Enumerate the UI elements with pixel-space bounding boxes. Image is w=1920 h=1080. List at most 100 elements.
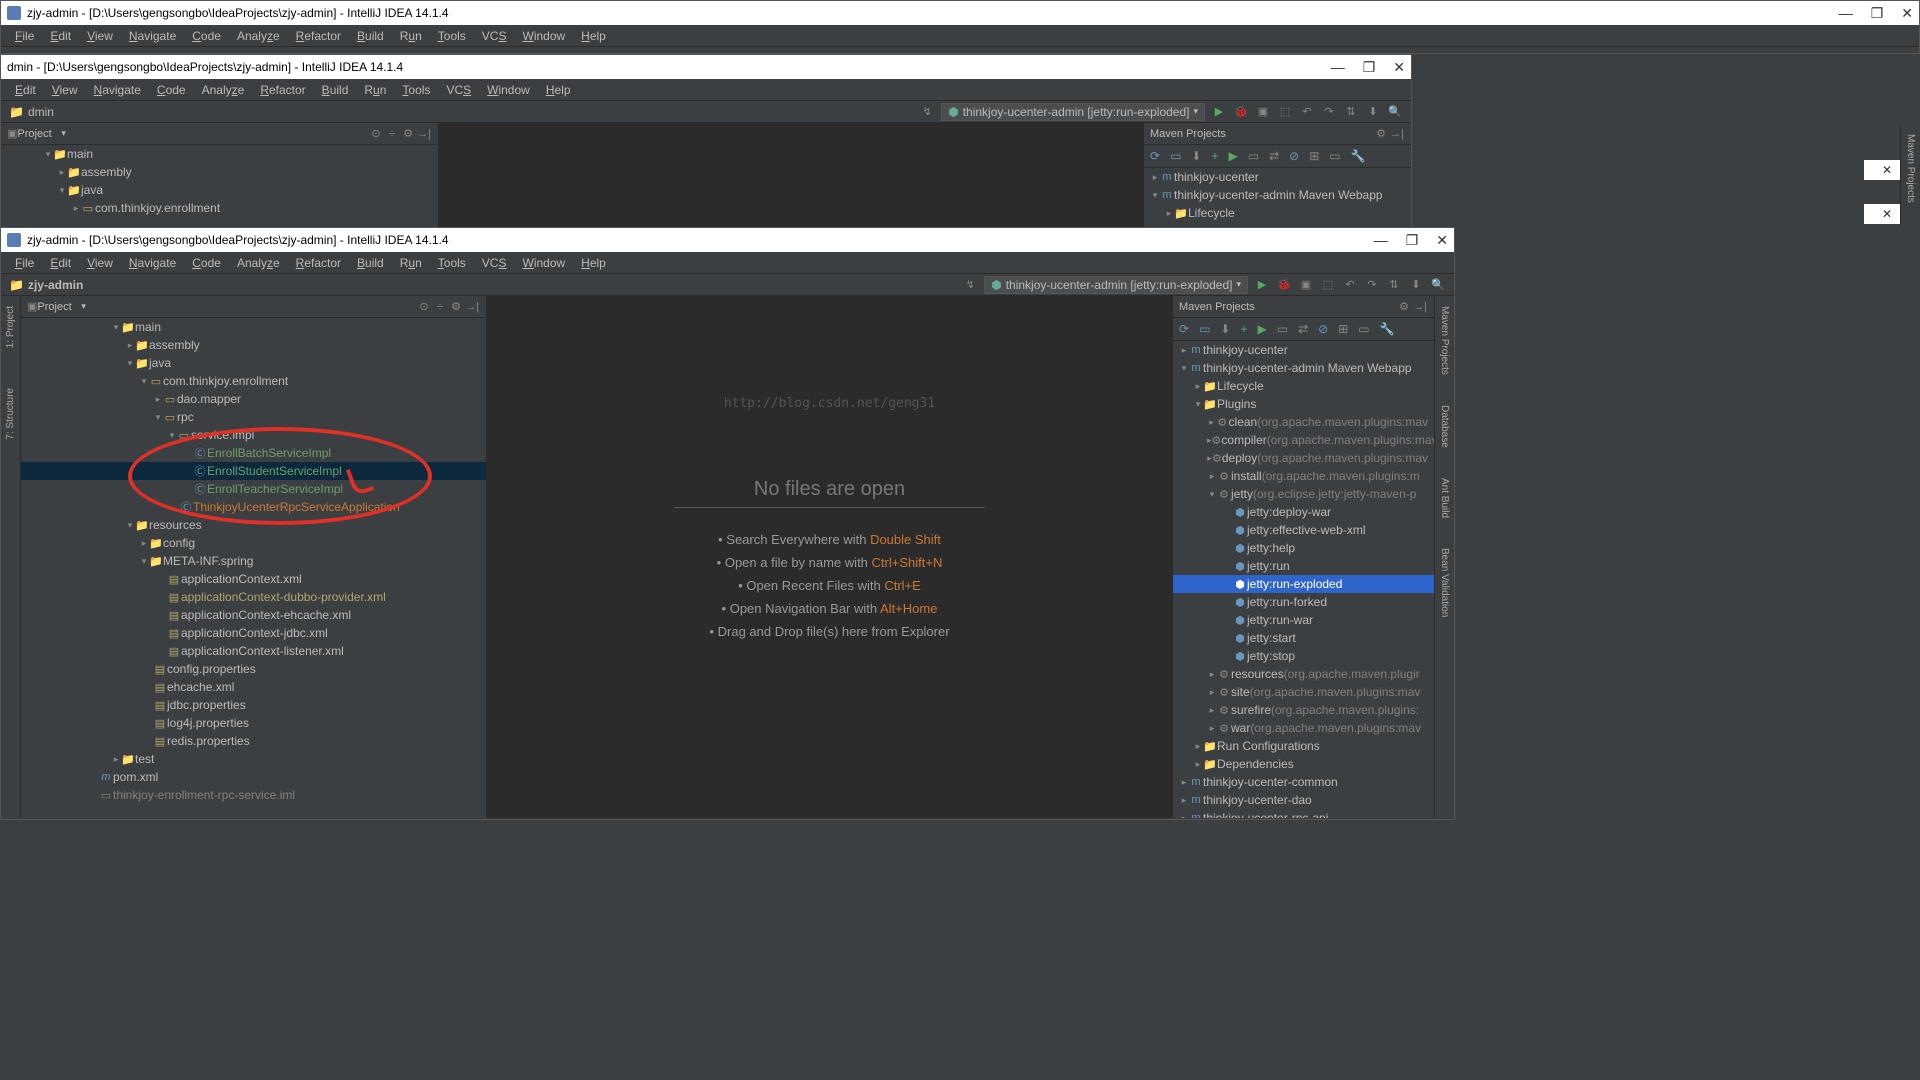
run-maven-icon[interactable]: ▶ [1228,149,1237,163]
collapse-maven-icon-3[interactable]: ▭ [1358,322,1369,336]
menu-refactor-3[interactable]: Refactor [288,254,349,272]
menu-code-3[interactable]: Code [184,254,229,272]
maven-tree-3[interactable]: ▸mthinkjoy-ucenter ▾mthinkjoy-ucenter-ad… [1173,341,1434,818]
mv-jrunwar[interactable]: jetty:run-war [1247,613,1313,627]
gear-icon-3[interactable]: ⚙ [448,300,464,313]
mv-m2[interactable]: thinkjoy-ucenter-admin Maven Webapp [1203,361,1412,375]
menu-build[interactable]: Build [349,27,392,45]
tb3-3[interactable]: ↷ [1364,278,1380,291]
mv-clean[interactable]: clean [1229,415,1258,429]
mv-install[interactable]: install [1231,469,1262,483]
graph-icon[interactable]: ⊞ [1309,149,1319,163]
t3-metainf[interactable]: META-INF.spring [163,554,253,568]
menu-window-3[interactable]: Window [514,254,573,272]
exec-icon[interactable]: ▭ [1248,149,1259,163]
collapse-icon-3[interactable]: ⊙ [416,300,432,313]
menu-analyze-3[interactable]: Analyze [229,254,288,272]
tab-bv-r3[interactable]: Bean Validation [1439,548,1450,617]
maximize-button-2[interactable]: ❐ [1363,59,1376,76]
t3-ac5[interactable]: applicationContext-listener.xml [181,644,344,658]
menu-view-2[interactable]: View [44,81,86,99]
t3-s2[interactable]: EnrollStudentServiceImpl [207,464,342,478]
close-button-3[interactable]: ✕ [1436,232,1448,249]
gear-icon-m3[interactable]: ⚙ [1396,300,1412,313]
mv-jstart[interactable]: jetty:start [1247,631,1296,645]
breadcrumb-2[interactable]: dmin [28,105,54,119]
menu-tools[interactable]: Tools [430,27,474,45]
menu-tools-3[interactable]: Tools [430,254,474,272]
t3-java[interactable]: java [149,356,171,370]
reimport-icon[interactable]: ⟳ [1150,149,1160,163]
tab-structure[interactable]: 7: Structure [5,388,16,440]
hide-icon-m3[interactable]: →| [1412,301,1428,313]
skip-icon-3[interactable]: ⊘ [1318,322,1328,336]
mv-jstop[interactable]: jetty:stop [1247,649,1295,663]
stray-close-2[interactable]: ✕ [1864,204,1900,224]
hide-icon-2[interactable]: →| [1389,128,1405,140]
mv-runcfg[interactable]: Run Configurations [1217,739,1320,753]
minimize-button-3[interactable]: — [1374,232,1388,249]
mv-surefire[interactable]: surefire [1231,703,1271,717]
tree-assembly[interactable]: assembly [81,165,132,179]
t3-resources[interactable]: resources [149,518,202,532]
tree-pkg[interactable]: com.thinkjoy.enrollment [95,201,220,215]
menu-help[interactable]: Help [573,27,614,45]
mv-lifecycle[interactable]: Lifecycle [1217,379,1264,393]
mv-jdeploy[interactable]: jetty:deploy-war [1247,505,1331,519]
run-config-selector-2[interactable]: ⬢thinkjoy-ucenter-admin [jetty:run-explo… [941,103,1205,121]
menu-analyze[interactable]: Analyze [229,27,288,45]
mv-site[interactable]: site [1231,685,1250,699]
menu-window-2[interactable]: Window [479,81,538,99]
tab-maven-r3[interactable]: Maven Projects [1439,306,1450,375]
download-icon-3[interactable]: ⬇ [1220,322,1230,336]
menu-build-3[interactable]: Build [349,254,392,272]
tree-java[interactable]: java [81,183,103,197]
tb2[interactable]: ↶ [1299,105,1315,118]
menu-vcs-3[interactable]: VCS [474,254,515,272]
maximize-button-3[interactable]: ❐ [1406,232,1419,249]
generate-icon-3[interactable]: ▭ [1199,322,1210,336]
mv-jhelp[interactable]: jetty:help [1247,541,1295,555]
generate-icon[interactable]: ▭ [1170,149,1181,163]
menu-window[interactable]: Window [514,27,573,45]
hide-icon-3[interactable]: →| [464,301,480,313]
menu-run-3[interactable]: Run [392,254,430,272]
t3-app[interactable]: ThinkjoyUcenterRpcServiceApplication [193,500,400,514]
menu-run[interactable]: Run [392,27,430,45]
toggle-icon-3[interactable]: ⇄ [1298,322,1308,336]
add-icon-3[interactable]: + [1240,322,1247,336]
mv-jrun[interactable]: jetty:run [1247,559,1290,573]
menu-edit-3[interactable]: Edit [42,254,79,272]
tb5[interactable]: ⬇ [1365,105,1381,118]
mv-compiler[interactable]: compiler [1221,433,1266,447]
t3-p4[interactable]: log4j.properties [167,716,249,730]
t3-p1[interactable]: config.properties [167,662,256,676]
tb4[interactable]: ⇅ [1343,105,1359,118]
mv-war[interactable]: war [1231,721,1250,735]
menu-refactor[interactable]: Refactor [288,27,349,45]
coverage-icon-3[interactable]: ▣ [1298,278,1314,291]
toggle-icon[interactable]: ⇄ [1269,149,1279,163]
menu-edit-2[interactable]: Edit [7,81,44,99]
reimport-icon-3[interactable]: ⟳ [1179,322,1189,336]
collapse-maven-icon[interactable]: ▭ [1329,149,1340,163]
t3-s1[interactable]: EnrollBatchServiceImpl [207,446,331,460]
menu-tools-2[interactable]: Tools [394,81,438,99]
graph-icon-3[interactable]: ⊞ [1338,322,1348,336]
mv-jrunfork[interactable]: jetty:run-forked [1247,595,1327,609]
maven-m1[interactable]: thinkjoy-ucenter [1174,170,1259,184]
coverage-icon[interactable]: ▣ [1255,105,1271,118]
gear-icon-2[interactable]: ⚙ [1373,127,1389,140]
tab-ant-r3[interactable]: Ant Build [1439,478,1450,518]
mv-deps[interactable]: Dependencies [1217,757,1294,771]
skip-icon[interactable]: ⊘ [1289,149,1299,163]
download-icon[interactable]: ⬇ [1191,149,1201,163]
menu-navigate-2[interactable]: Navigate [86,81,149,99]
debug-icon-3[interactable]: 🐞 [1276,278,1292,291]
run-config-selector-3[interactable]: ⬢thinkjoy-ucenter-admin [jetty:run-explo… [984,276,1248,294]
hide-icon[interactable]: →| [416,128,432,140]
t3-test[interactable]: test [135,752,154,766]
dropdown-icon[interactable]: ▾ [56,128,72,139]
menu-code[interactable]: Code [184,27,229,45]
t3-serviceimpl[interactable]: service.impl [191,428,254,442]
